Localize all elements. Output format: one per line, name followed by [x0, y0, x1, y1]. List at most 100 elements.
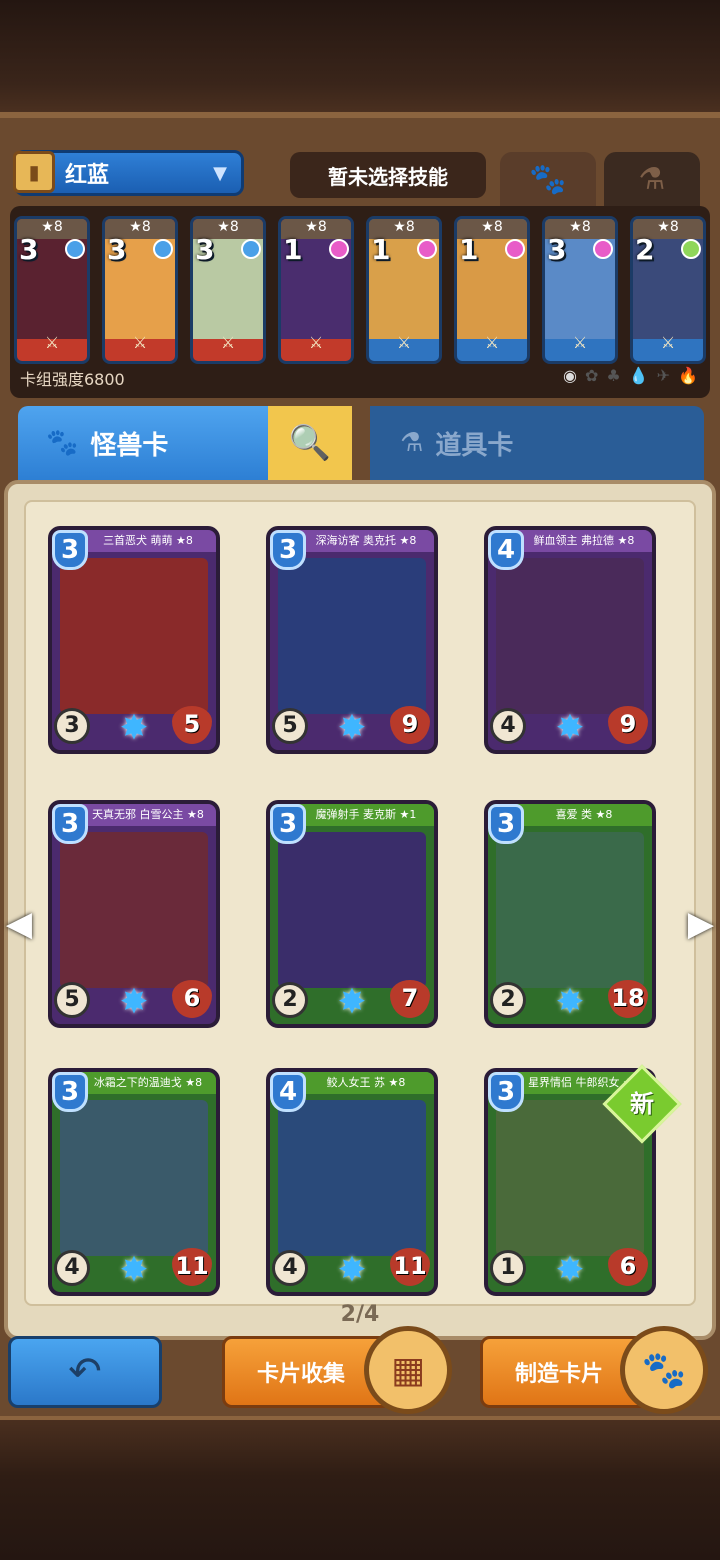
card-art	[60, 832, 208, 988]
star-icon: ✸	[555, 982, 585, 1022]
deck-card[interactable]: ★8 3 ⚔	[14, 216, 90, 364]
card-name: 鲜血领主 弗拉德 ★8	[516, 530, 652, 552]
element-filter-icons: ◉ ✿ ♣ 💧 ✈ 🔥	[563, 366, 698, 385]
card-attack: 3	[54, 708, 90, 744]
back-arrow-icon: ↶	[68, 1349, 102, 1395]
card-attack: 1	[490, 1250, 526, 1286]
deck-selector[interactable]: ▮ 红蓝 ▼	[13, 150, 244, 196]
deck-card-cost: 3	[547, 233, 567, 266]
star-icon: ✸	[119, 982, 149, 1022]
deck-card-cost: 3	[19, 233, 39, 266]
chevron-down-icon: ▼	[213, 162, 227, 184]
card-art	[278, 1100, 426, 1256]
deck-card[interactable]: ★8 1 ⚔	[278, 216, 354, 364]
back-button[interactable]: ↶	[8, 1336, 162, 1408]
card-attack: 4	[54, 1250, 90, 1286]
card-health: 7	[390, 980, 430, 1018]
earth-element-icon: ♣	[606, 366, 621, 385]
deck-card-equip-icons: ⚔	[484, 333, 500, 352]
monster-card[interactable]: 喜爱 类 ★8 3 2 ✸ 18	[484, 800, 656, 1028]
tab-monster-deck[interactable]: 🐾	[500, 152, 596, 206]
card-cost: 3	[488, 804, 524, 844]
card-attack: 4	[272, 1250, 308, 1286]
tab-monster-label: 怪兽卡	[90, 430, 169, 461]
paw-icon: 🐾	[46, 428, 79, 458]
page-indicator: 2/4	[340, 1302, 380, 1327]
deck-card-gem-icon	[153, 239, 173, 259]
shadow-element-icon: ✿	[585, 366, 599, 385]
card-health: 11	[390, 1248, 430, 1286]
deck-card-equip-icons: ⚔	[44, 333, 60, 352]
monster-card[interactable]: 鲛人女王 苏 ★8 4 4 ✸ 11	[266, 1068, 438, 1296]
tab-monster-cards[interactable]: 🐾 怪兽卡	[18, 406, 268, 480]
card-art	[60, 558, 208, 714]
next-page-button[interactable]: ▶	[686, 902, 716, 946]
monster-card[interactable]: 鲜血领主 弗拉德 ★8 4 4 ✸ 9	[484, 526, 656, 754]
fire-element-icon: 🔥	[678, 366, 698, 385]
card-attack: 4	[490, 708, 526, 744]
card-health: 18	[608, 980, 648, 1018]
deck-name: 红蓝	[65, 163, 110, 188]
potion-icon: ⚗	[400, 428, 424, 458]
card-cost: 3	[52, 1072, 88, 1112]
monster-card[interactable]: 魔弹射手 麦克斯 ★1 3 2 ✸ 7	[266, 800, 438, 1028]
card-cost: 3	[52, 530, 88, 570]
deck-card[interactable]: ★8 2 ⚔	[630, 216, 706, 364]
new-badge-label: 新	[630, 1090, 654, 1118]
card-health: 9	[608, 706, 648, 744]
wind-element-icon: ✈	[656, 366, 671, 385]
card-collection-icon[interactable]: ▦	[364, 1326, 452, 1414]
card-cost: 4	[488, 530, 524, 570]
deck-card-gem-icon	[65, 239, 85, 259]
monster-card[interactable]: 三首恶犬 萌萌 ★8 3 3 ✸ 5	[48, 526, 220, 754]
deck-card[interactable]: ★8 3 ⚔	[102, 216, 178, 364]
card-collection-label: 卡片收集	[257, 1362, 346, 1387]
deck-book-icon: ▮	[13, 151, 55, 193]
monster-card[interactable]: 冰霜之下的温迪戈 ★8 3 4 ✸ 11	[48, 1068, 220, 1296]
card-cost: 3	[488, 1072, 524, 1112]
deck-card-cost: 3	[195, 233, 215, 266]
card-health: 6	[608, 1248, 648, 1286]
search-button[interactable]: 🔍	[268, 406, 352, 480]
star-icon: ✸	[337, 982, 367, 1022]
skill-selector[interactable]: 暂未选择技能	[290, 152, 486, 198]
card-attack: 5	[54, 982, 90, 1018]
card-name: 喜爱 类 ★8	[516, 804, 652, 826]
search-icon: 🔍	[288, 423, 332, 463]
monster-card[interactable]: 天真无邪 白雪公主 ★8 3 5 ✸ 6	[48, 800, 220, 1028]
card-attack: 2	[272, 982, 308, 1018]
card-health: 6	[172, 980, 212, 1018]
deck-card-gem-icon	[417, 239, 437, 259]
potion-icon: ⚗	[638, 161, 666, 197]
card-name: 魔弹射手 麦克斯 ★1	[298, 804, 434, 826]
card-name: 天真无邪 白雪公主 ★8	[80, 804, 216, 826]
craft-card-icon[interactable]: 🐾	[620, 1326, 708, 1414]
deck-card[interactable]: ★8 3 ⚔	[542, 216, 618, 364]
deck-card-equip-icons: ⚔	[220, 333, 236, 352]
star-icon: ✸	[119, 708, 149, 748]
card-art	[278, 832, 426, 988]
tab-item-label: 道具卡	[435, 430, 514, 461]
deck-card-cost: 1	[459, 233, 479, 266]
deck-card[interactable]: ★8 1 ⚔	[366, 216, 442, 364]
deck-card[interactable]: ★8 3 ⚔	[190, 216, 266, 364]
deck-card-cost: 2	[635, 233, 655, 266]
deck-card-cost: 1	[283, 233, 303, 266]
star-icon: ✸	[119, 1250, 149, 1290]
monster-card[interactable]: 深海访客 奥克托 ★8 3 5 ✸ 9	[266, 526, 438, 754]
card-name: 深海访客 奥克托 ★8	[298, 530, 434, 552]
prev-page-button[interactable]: ◀	[4, 902, 34, 946]
tab-item-cards[interactable]: ⚗ 道具卡	[370, 406, 704, 480]
water-element-icon: 💧	[628, 366, 649, 385]
chevron-right-icon: ▶	[687, 904, 715, 944]
card-health: 11	[172, 1248, 212, 1286]
card-name: 三首恶犬 萌萌 ★8	[80, 530, 216, 552]
skill-status: 暂未选择技能	[328, 164, 448, 189]
card-cost: 3	[52, 804, 88, 844]
deck-card-gem-icon	[505, 239, 525, 259]
background-bottom	[0, 1420, 720, 1560]
deck-card-cost: 3	[107, 233, 127, 266]
card-cost: 4	[270, 1072, 306, 1112]
tab-item-deck[interactable]: ⚗	[604, 152, 700, 206]
deck-card[interactable]: ★8 1 ⚔	[454, 216, 530, 364]
